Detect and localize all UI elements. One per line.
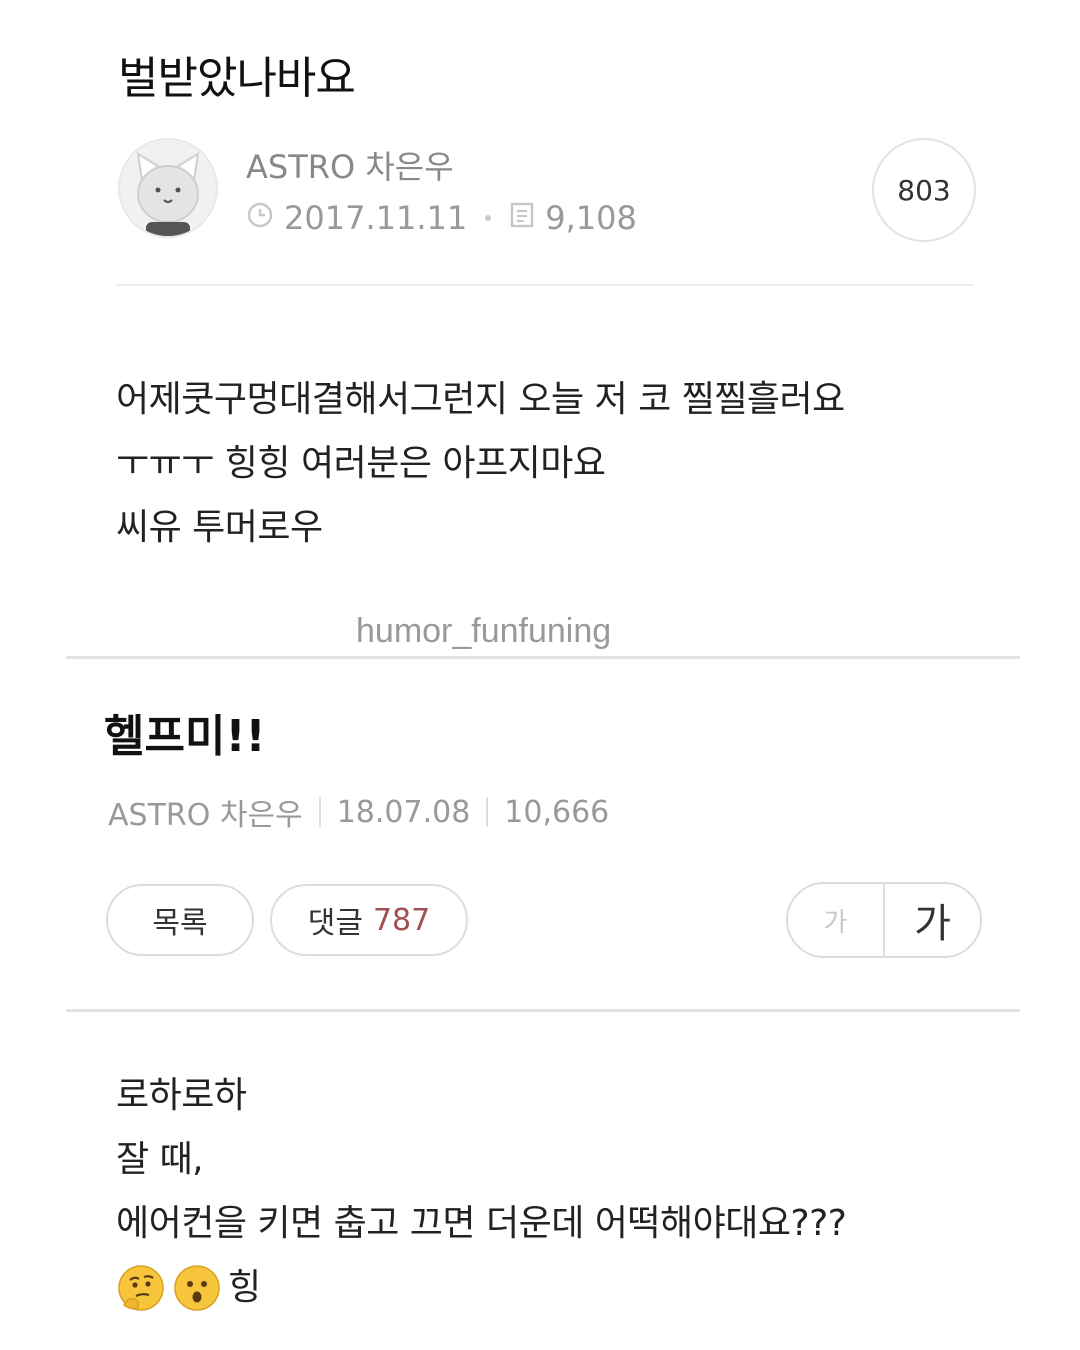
body-line: 씨유 투머로우: [116, 507, 323, 548]
body-line: 에어컨을 키면 춥고 끄면 더운데 어떡해야대요???: [116, 1203, 847, 1244]
surprised-face-icon: [172, 1263, 222, 1313]
font-size-increase-button[interactable]: 가: [885, 884, 980, 956]
author-name[interactable]: ASTRO 차은우: [108, 790, 303, 834]
view-count: 9,108: [545, 199, 637, 237]
font-size-decrease-button[interactable]: 가: [788, 884, 885, 956]
list-button[interactable]: 목록: [106, 884, 254, 956]
watermark: humor_funfuning: [356, 612, 612, 650]
section-divider: [66, 656, 1020, 659]
meta-dot-divider: [485, 215, 492, 221]
body-line: ㅜㅠㅜ 힝힝 여러분은 아프지마요: [116, 443, 606, 484]
list-button-label: 목록: [152, 906, 208, 941]
comment-count-badge[interactable]: 803: [872, 138, 976, 242]
meta-divider: [318, 797, 321, 827]
comments-button[interactable]: 댓글 787: [270, 884, 468, 956]
post-date: 18.07.08: [336, 794, 471, 830]
body-line: 힝: [116, 1256, 846, 1320]
body-line: 로하로하: [116, 1075, 247, 1116]
clock-icon: [246, 199, 274, 237]
post-meta: 2017.11.11 9,108: [246, 196, 637, 240]
author-name[interactable]: ASTRO 차은우: [246, 142, 454, 188]
post-title: 헬프미!!: [104, 711, 266, 762]
cat-avatar-icon: [120, 140, 216, 236]
body-text: 힝: [228, 1267, 261, 1308]
meta-divider: [486, 797, 489, 827]
view-count: 10,666: [504, 794, 610, 830]
post-body: 어제쿳구멍대결해서그런지 오늘 저 코 찔찔흘러요 ㅜㅠㅜ 힝힝 여러분은 아프…: [116, 368, 845, 560]
avatar[interactable]: [118, 138, 218, 238]
comments-count: 787: [372, 902, 431, 938]
post-1: 벌받았나바요 ASTRO 차은우 2017.11.11 9,108 803 어제…: [0, 0, 1080, 660]
post-date: 2017.11.11: [284, 199, 468, 237]
divider: [116, 284, 974, 286]
section-divider: [66, 1009, 1020, 1012]
post-title: 벌받았나바요: [118, 53, 356, 104]
document-icon: [509, 199, 535, 237]
font-size-toggle: 가 가: [786, 882, 982, 958]
body-line: 어제쿳구멍대결해서그런지 오늘 저 코 찔찔흘러요: [116, 379, 845, 420]
thinking-face-icon: [116, 1263, 166, 1313]
post-body: 로하로하 잘 때, 에어컨을 키면 춥고 끄면 더운데 어떡해야대요??? 힝: [116, 1064, 847, 1320]
post-meta: ASTRO 차은우 18.07.08 10,666: [108, 790, 609, 834]
comments-button-label: 댓글: [307, 906, 363, 941]
body-line: 잘 때,: [116, 1139, 204, 1180]
